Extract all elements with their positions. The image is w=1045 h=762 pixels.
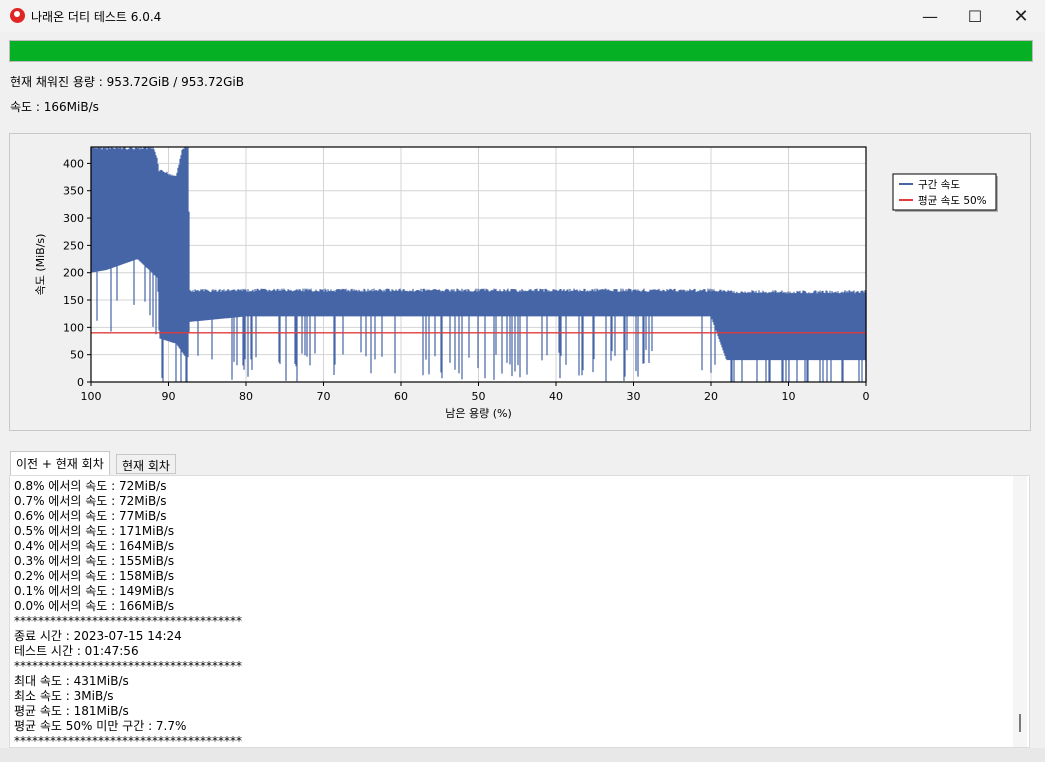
x-tick-label: 50 [472,390,486,403]
x-tick-label: 20 [704,390,718,403]
log-scroll-thumb[interactable] [1019,714,1021,732]
x-axis-label: 남은 용량 (%) [445,407,512,420]
x-tick-label: 30 [627,390,641,403]
log-line: 테스트 시간 : 01:47:56 [14,644,139,658]
log-line: 평균 속도 50% 미만 구간 : 7.7% [14,719,187,733]
log-scrollbar[interactable] [1013,476,1027,747]
log-line: 평균 속도 : 181MiB/s [14,704,129,718]
y-tick-label: 0 [77,376,84,389]
current-speed-text: 속도 : 166MiB/s [10,100,99,114]
y-tick-label: 200 [63,267,84,280]
log-line: ************************************** [14,659,242,673]
log-line: 0.6% 에서의 속도 : 77MiB/s [14,509,167,523]
log-line: ************************************** [14,734,242,748]
y-tick-label: 100 [63,321,84,334]
log-line: 0.7% 에서의 속도 : 72MiB/s [14,494,167,508]
window-title: 나래온 더티 테스트 6.0.4 [31,10,162,24]
log-line: 0.2% 에서의 속도 : 158MiB/s [14,569,175,583]
log-line: 0.0% 에서의 속도 : 166MiB/s [14,599,175,613]
x-tick-label: 100 [81,390,102,403]
chart-panel: 0 50 100 150 200 250 300 350 400 100 90 80 70 60 50 40 3… [9,133,1031,431]
speed-chart: 050100150200250300350400100 90 80 70 60 50 40 3… [34,146,998,420]
y-tick-label: 50 [70,349,84,362]
maximize-button[interactable]: ☐ [952,0,998,32]
y-tick-label: 250 [63,239,84,252]
log-line: 최소 속도 : 3MiB/s [14,689,114,703]
y-tick-label: 300 [63,212,84,225]
y-tick-label: 350 [63,185,84,198]
log-line: 0.4% 에서의 속도 : 164MiB/s [14,539,175,553]
log-line: 최대 속도 : 431MiB/s [14,674,129,688]
x-tick-label: 80 [239,390,253,403]
y-tick-label: 400 [63,157,84,170]
log-lines: 0.8% 에서의 속도 : 72MiB/s 0.7% 에서의 속도 : 72MiB… [14,479,242,748]
x-tick-label: 40 [549,390,563,403]
bottom-strip [0,748,1045,762]
log-line: 0.5% 에서의 속도 : 171MiB/s [14,524,175,538]
tab-current[interactable]: 현재 회차 [116,454,176,474]
tab-strip: 이전 + 현재 회차 현재 회차 [9,451,1033,476]
progress-fill [10,41,1032,61]
log-line: 0.1% 에서의 속도 : 149MiB/s [14,584,175,598]
x-tick-label: 90 [162,390,176,403]
y-axis-label: 속도 (MiB/s) [34,234,47,296]
legend-entry: 평균 속도 50% [918,195,987,207]
filled-capacity-text: 현재 채워진 용량 : 953.72GiB / 953.72GiB [10,75,244,89]
close-button[interactable]: ✕ [998,0,1044,32]
minimize-button[interactable]: — [907,0,953,32]
legend-entry: 구간 속도 [918,179,960,191]
y-tick-label: 150 [63,294,84,307]
x-tick-label: 10 [782,390,796,403]
log-line: 0.3% 에서의 속도 : 155MiB/s [14,554,175,568]
x-tick-label: 60 [394,390,408,403]
log-line: ************************************** [14,614,242,628]
progress-bar [9,40,1033,62]
x-tick-label: 0 [863,390,870,403]
title-bar: 나래온 더티 테스트 6.0.4 — ☐ ✕ [0,0,1045,32]
tab-previous-and-current[interactable]: 이전 + 현재 회차 [10,451,110,475]
log-panel[interactable]: 0.8% 에서의 속도 : 72MiB/s 0.7% 에서의 속도 : 72MiB… [9,475,1030,748]
app-logo-icon [10,8,25,23]
x-tick-label: 70 [317,390,331,403]
log-line: 0.8% 에서의 속도 : 72MiB/s [14,479,167,493]
log-line: 종료 시간 : 2023-07-15 14:24 [14,629,182,643]
